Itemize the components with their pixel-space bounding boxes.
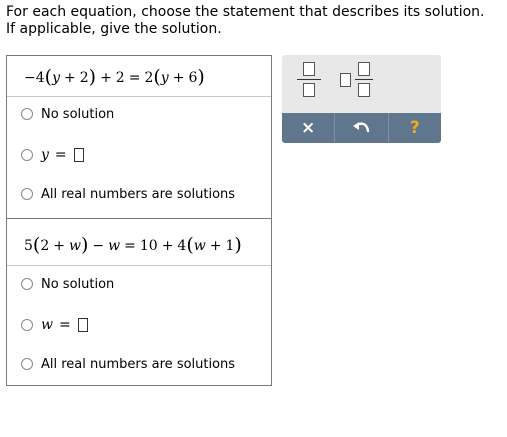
eq-paren: ( <box>32 234 41 256</box>
eq-term: −4 <box>24 70 45 86</box>
eq-variable: w <box>69 238 81 254</box>
instructions-line-1: For each equation, choose the statement … <box>6 4 485 20</box>
option-label: All real numbers are solutions <box>41 356 236 372</box>
eq-paren: ) <box>80 234 89 256</box>
eq-paren: ) <box>88 66 97 88</box>
eq-paren: ( <box>186 234 194 256</box>
option-no-solution[interactable]: No solution <box>21 276 114 292</box>
math-toolbar: × ? <box>282 55 441 143</box>
numerator-box <box>303 62 315 76</box>
solution-equals: = <box>54 147 67 163</box>
eq-paren: ) <box>234 234 242 256</box>
divider <box>7 96 271 97</box>
eq-operator: + <box>172 70 185 86</box>
eq-operator: + <box>161 238 174 254</box>
problem-1-panel: −4(y +2) +2 = 2(y +6) No solution y = All rea… <box>6 55 272 220</box>
divider <box>7 265 271 266</box>
radio-button[interactable] <box>21 149 33 161</box>
option-all-real[interactable]: All real numbers are solutions <box>21 186 235 202</box>
eq-paren: ( <box>153 66 161 88</box>
problem-1-equation: −4(y +2) +2 = 2(y +6) <box>24 63 205 89</box>
denominator-box <box>303 83 315 97</box>
eq-paren: ) <box>197 66 205 88</box>
clear-button[interactable]: × <box>282 113 336 143</box>
eq-term: 10 <box>139 238 158 254</box>
eq-operator: − <box>92 238 105 254</box>
option-no-solution[interactable]: No solution <box>21 106 114 122</box>
instructions: For each equation, choose the statement … <box>6 4 501 38</box>
fraction-bar <box>297 79 321 80</box>
eq-term: 2 <box>79 70 89 86</box>
numerator-box <box>358 62 370 76</box>
answer-input[interactable] <box>77 318 88 332</box>
eq-operator: + <box>100 70 112 86</box>
eq-term: 2 <box>115 70 125 86</box>
eq-operator: + <box>53 238 65 254</box>
eq-variable: y <box>52 70 60 86</box>
answer-input[interactable] <box>73 148 84 162</box>
eq-operator: + <box>209 238 222 254</box>
eq-variable: w <box>108 238 121 254</box>
problem-2-equation: 5(2 + w) − w = 10 +4(w +1) <box>24 231 242 257</box>
option-solution[interactable]: w = <box>21 317 88 333</box>
eq-variable: w <box>193 238 206 254</box>
option-solution[interactable]: y = <box>21 147 84 163</box>
eq-variable: y <box>160 70 169 86</box>
radio-button[interactable] <box>21 319 33 331</box>
close-icon: × <box>301 118 316 138</box>
solution-variable: w <box>41 317 53 333</box>
solution-variable: y <box>41 147 49 163</box>
radio-button[interactable] <box>21 108 33 120</box>
option-all-real[interactable]: All real numbers are solutions <box>21 356 235 372</box>
whole-box <box>340 73 351 87</box>
solution-equals: = <box>58 317 71 333</box>
eq-equals: = <box>124 238 136 254</box>
eq-operator: + <box>63 70 76 86</box>
mixed-number-icon[interactable] <box>338 62 374 98</box>
toolbar-templates <box>282 55 441 105</box>
toolbar-actions: × ? <box>282 113 441 143</box>
problem-2-panel: 5(2 + w) − w = 10 +4(w +1) No solution w = All r… <box>6 218 272 386</box>
option-label: All real numbers are solutions <box>41 186 236 202</box>
eq-term: 2 <box>40 238 50 254</box>
denominator-box <box>358 83 370 97</box>
radio-button[interactable] <box>21 278 33 290</box>
undo-button[interactable] <box>335 113 389 143</box>
option-label: No solution <box>41 276 115 292</box>
option-label: No solution <box>41 106 115 122</box>
help-button[interactable]: ? <box>389 113 441 143</box>
undo-icon <box>353 122 370 133</box>
radio-button[interactable] <box>21 358 33 370</box>
eq-paren: ( <box>44 66 53 88</box>
eq-term: 5 <box>24 238 33 254</box>
help-icon: ? <box>409 118 420 138</box>
radio-button[interactable] <box>21 188 33 200</box>
fraction-bar <box>355 79 373 80</box>
instructions-line-2: If applicable, give the solution. <box>6 21 222 37</box>
eq-term: 4 <box>177 238 187 254</box>
eq-equals: = <box>128 70 141 86</box>
fraction-icon[interactable] <box>295 62 323 98</box>
